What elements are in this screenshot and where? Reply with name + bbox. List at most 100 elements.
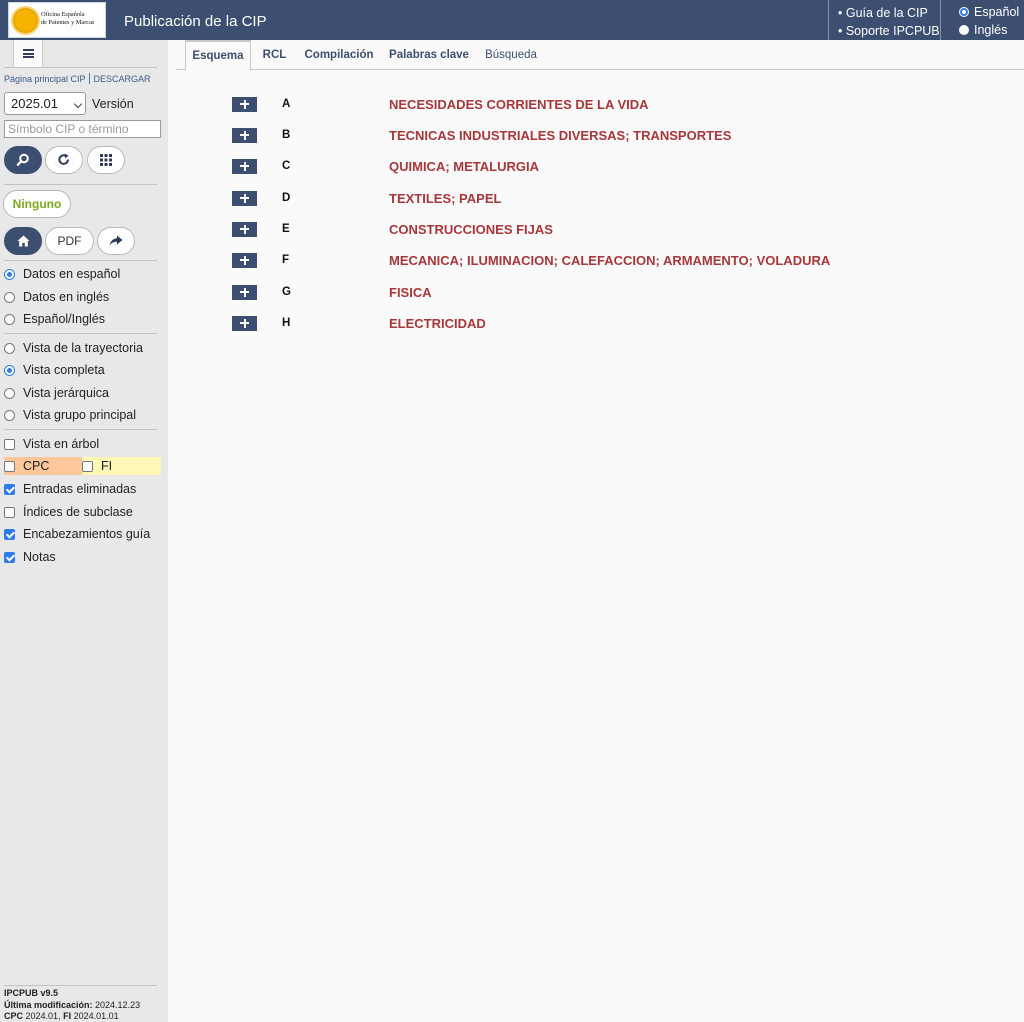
pdf-label: PDF — [57, 234, 82, 248]
option-label: Datos en inglés — [23, 290, 110, 304]
tab-palabras-clave[interactable]: Palabras clave — [386, 40, 472, 70]
radio-icon[interactable] — [4, 313, 15, 325]
radio-icon[interactable] — [4, 342, 15, 354]
section-row-h: H ELECTRICIDAD — [232, 315, 486, 331]
checkbox-icon[interactable] — [4, 460, 15, 472]
section-title-link[interactable]: MECANICA; ILUMINACION; CALEFACCION; ARMA… — [389, 253, 830, 268]
deleted-entries-checkbox[interactable]: Entradas eliminadas — [4, 482, 136, 496]
cpc-version-label: CPC — [4, 1011, 24, 1021]
expand-plus-icon[interactable] — [232, 190, 257, 206]
data-option-spanish[interactable]: Datos en español — [4, 267, 120, 281]
radio-icon[interactable] — [4, 387, 15, 399]
tab-busqueda[interactable]: Búsqueda — [481, 40, 541, 70]
view-option-hierarchical[interactable]: Vista jerárquica — [4, 386, 109, 400]
tab-esquema[interactable]: Esquema — [185, 40, 251, 71]
section-row-g: G FISICA — [232, 284, 432, 300]
logo-text: Oficina Española de Patentes y Marcas — [41, 11, 105, 27]
section-title-link[interactable]: QUIMICA; METALURGIA — [389, 159, 539, 174]
language-label: Español — [974, 5, 1020, 19]
expand-plus-icon[interactable] — [232, 315, 257, 331]
section-title-link[interactable]: CONSTRUCCIONES FIJAS — [389, 222, 553, 237]
divider — [88, 73, 90, 84]
view-option-trajectory[interactable]: Vista de la trayectoria — [4, 341, 143, 355]
app-title: Publicación de la CIP — [124, 13, 267, 30]
subclass-index-checkbox[interactable]: Índices de subclase — [4, 505, 133, 519]
view-option-main-group[interactable]: Vista grupo principal — [4, 408, 136, 422]
home-button[interactable] — [4, 227, 42, 255]
section-title-link[interactable]: ELECTRICIDAD — [389, 316, 486, 331]
section-code: D — [282, 192, 291, 204]
radio-icon[interactable] — [4, 364, 15, 376]
radio-icon[interactable] — [959, 25, 969, 35]
language-selector: Español Inglés — [959, 3, 1024, 39]
cpc-checkbox[interactable]: CPC — [4, 457, 82, 475]
radio-icon[interactable] — [4, 291, 15, 303]
section-code: C — [282, 160, 291, 172]
menu-toggle-button[interactable] — [13, 40, 43, 68]
section-row-f: F MECANICA; ILUMINACION; CALEFACCION; AR… — [232, 252, 830, 268]
reset-button[interactable] — [45, 146, 83, 174]
view-option-complete[interactable]: Vista completa — [4, 363, 105, 377]
guide-link[interactable]: • Guía de la CIP — [838, 4, 940, 22]
sun-logo-icon — [13, 8, 38, 33]
chevron-down-icon — [73, 99, 83, 109]
main-page-link[interactable]: Página principal CIP — [4, 74, 86, 84]
logo-text-line2: de Patentes y Marcas — [41, 19, 95, 26]
tab-compilacion[interactable]: Compilación — [301, 40, 377, 70]
expand-plus-icon[interactable] — [232, 158, 257, 174]
expand-plus-icon[interactable] — [232, 221, 257, 237]
option-label: Español/Inglés — [23, 312, 106, 326]
section-title-link[interactable]: NECESIDADES CORRIENTES DE LA VIDA — [389, 97, 649, 112]
download-link[interactable]: DESCARGAR — [94, 74, 151, 84]
sidebar-links: Página principal CIP DESCARGAR — [4, 73, 151, 84]
grid-icon — [100, 154, 112, 166]
checkbox-icon[interactable] — [4, 551, 15, 563]
version-label: Versión — [92, 96, 134, 111]
section-title-link[interactable]: TECNICAS INDUSTRIALES DIVERSAS; TRANSPOR… — [389, 128, 731, 143]
hamburger-icon — [22, 49, 34, 58]
section-title-link[interactable]: FISICA — [389, 285, 432, 300]
divider — [4, 184, 157, 185]
grid-view-button[interactable] — [87, 146, 125, 174]
option-label: Vista jerárquica — [23, 386, 109, 400]
expand-plus-icon[interactable] — [232, 252, 257, 268]
divider — [4, 985, 157, 986]
search-input[interactable] — [4, 120, 161, 138]
checkbox-icon[interactable] — [4, 528, 15, 540]
data-option-english[interactable]: Datos en inglés — [4, 290, 109, 304]
checkbox-icon[interactable] — [4, 438, 15, 450]
support-link[interactable]: • Soporte IPCPUB — [838, 22, 940, 40]
section-title-link[interactable]: TEXTILES; PAPEL — [389, 191, 501, 206]
share-arrow-icon — [109, 235, 123, 246]
pdf-button[interactable]: PDF — [45, 227, 94, 255]
version-select[interactable]: 2025.01 — [4, 92, 86, 115]
last-modified-label: Última modificación: — [4, 999, 93, 1010]
data-option-bilingual[interactable]: Español/Inglés — [4, 312, 105, 326]
expand-plus-icon[interactable] — [232, 284, 257, 300]
language-option-english[interactable]: Inglés — [959, 21, 1024, 39]
notes-checkbox[interactable]: Notas — [4, 550, 56, 564]
tab-rcl[interactable]: RCL — [256, 40, 293, 70]
search-button[interactable] — [4, 146, 42, 174]
fi-checkbox[interactable]: FI — [82, 457, 161, 475]
checkbox-icon[interactable] — [4, 506, 15, 518]
version-row: 2025.01 Versión — [4, 92, 134, 115]
cpc-label: CPC — [23, 459, 50, 473]
top-header: Oficina Española de Patentes y Marcas Pu… — [0, 0, 1024, 40]
section-code: A — [282, 98, 291, 110]
tree-view-checkbox[interactable]: Vista en árbol — [4, 437, 99, 451]
checkbox-icon[interactable] — [4, 483, 15, 495]
ipcpub-version: IPCPUB v9.5 — [4, 988, 59, 998]
radio-icon[interactable] — [4, 409, 15, 421]
radio-icon[interactable] — [959, 7, 969, 17]
checkbox-icon[interactable] — [82, 460, 93, 472]
ninguno-button[interactable]: Ninguno — [3, 190, 71, 218]
expand-plus-icon[interactable] — [232, 127, 257, 143]
expand-plus-icon[interactable] — [232, 96, 257, 112]
share-button[interactable] — [97, 227, 135, 255]
section-row-b: B TECNICAS INDUSTRIALES DIVERSAS; TRANSP… — [232, 127, 731, 143]
oepm-logo[interactable]: Oficina Española de Patentes y Marcas — [8, 2, 106, 38]
language-option-spanish[interactable]: Español — [959, 3, 1024, 21]
guide-headings-checkbox[interactable]: Encabezamientos guía — [4, 527, 150, 541]
radio-icon[interactable] — [4, 268, 15, 280]
